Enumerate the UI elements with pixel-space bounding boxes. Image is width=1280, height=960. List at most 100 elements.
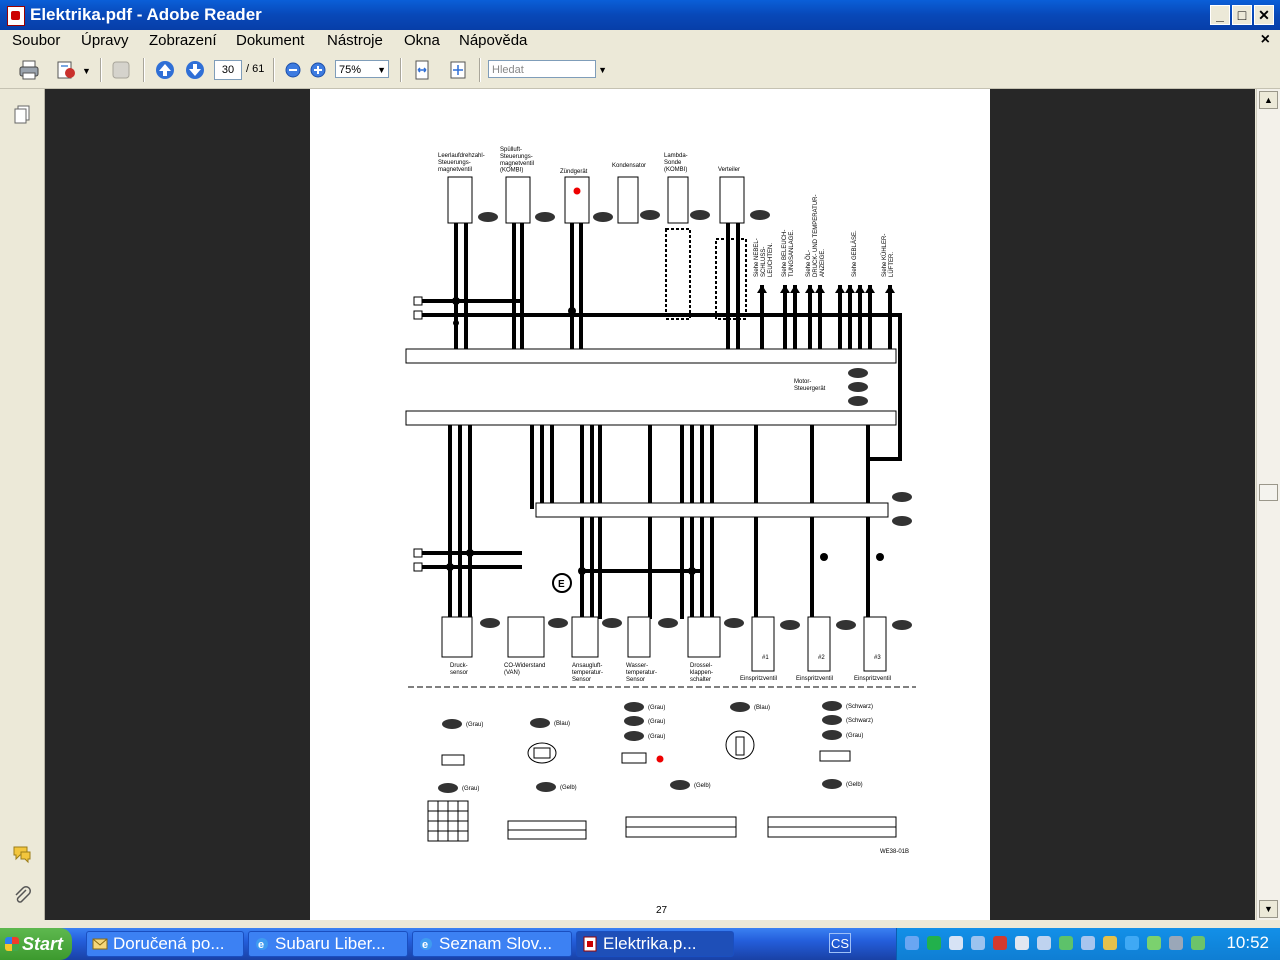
page-number-input[interactable]: 30 [214,60,242,80]
close-button[interactable]: ✕ [1254,5,1274,25]
page-total: / 61 [246,63,265,75]
legend-gelb-1: (Gelb) [560,785,577,791]
hand-tool-icon[interactable] [110,59,132,81]
task-adobe-reader[interactable]: Elektrika.p... [576,931,734,957]
fit-width-icon[interactable] [411,59,433,81]
menu-bar: Soubor Úpravy Zobrazení Dokument Nástroj… [0,30,1280,52]
label-fog-lights: Siehe NEBEL-SCHLUSS-LEUCHTEN. [754,238,774,277]
label-injector-1: Einspritzventil [740,676,777,682]
nvidia-icon[interactable] [1147,936,1161,950]
menu-okna[interactable]: Okna [404,32,440,49]
scroll-down-button[interactable]: ▼ [1259,900,1278,918]
ground-label: E [558,579,565,590]
search-dropdown-icon[interactable]: ▼ [598,61,607,79]
legend-grau-1: (Grau) [466,722,483,728]
injector-num-1: #1 [762,655,769,661]
windows-flag-icon [5,937,19,951]
red-marker [573,187,581,195]
injector-num-3: #3 [874,655,881,661]
label-injector-3: Einspritzventil [854,676,891,682]
label-lambda: Lambda-Sonde (KOMBI) [664,153,688,173]
clock: 10:52 [1226,933,1269,952]
device-icon[interactable] [1169,936,1183,950]
antivirus-icon[interactable] [993,936,1007,950]
label-fan: Siehe KÜHLER-LÜFTER. [881,234,895,277]
legend-grau-4: (Grau) [648,734,665,740]
label-oil-gauge: Siehe ÖL-DRUCK- UND TEMPERATUR-ANZEIGE. [805,195,826,277]
shield-icon[interactable] [1103,936,1117,950]
comments-icon[interactable] [12,844,32,864]
fit-page-icon[interactable] [447,59,469,81]
page-number: 27 [656,905,668,916]
close-document-icon[interactable]: × [1261,31,1270,49]
language-indicator[interactable]: CS [829,933,851,953]
zoom-in-icon[interactable] [307,59,329,81]
legend-grau-2: (Grau) [648,705,665,711]
label-condenser: Kondensator [612,163,646,169]
legend-gelb-2: (Gelb) [694,783,711,789]
update-icon[interactable] [1125,936,1139,950]
next-page-icon[interactable] [184,59,206,81]
scroll-thumb[interactable] [1259,484,1278,501]
pages-icon[interactable] [12,104,32,124]
network-icon[interactable] [905,936,919,950]
sync-icon[interactable] [1191,936,1205,950]
svg-text:e: e [422,939,428,951]
wiring-diagram: Leerlaufdrehzahl-Steuerungs-magnetventil… [405,147,916,916]
legend-schwarz-2: (Schwarz) [846,718,873,724]
task-browser-subaru[interactable]: e Subaru Liber... [248,931,408,957]
label-blower: Siehe GEBLÄSE. [851,230,858,277]
legend-grau-3: (Grau) [648,719,665,725]
start-button[interactable]: Start [0,928,72,960]
pdf-icon [7,6,25,26]
task-outlook[interactable]: Doručená po... [86,931,244,957]
print-icon[interactable] [18,59,40,81]
label-purge-valve: Spülluft-Steuerungs-magnetventil (KOMBI) [500,147,534,174]
play-icon[interactable] [927,936,941,950]
connection-icon[interactable] [1059,936,1073,950]
previous-page-icon[interactable] [154,59,176,81]
label-intake-sensor: Ansaugluft-temperatur-Sensor [572,663,603,683]
vertical-scrollbar[interactable]: ▲ ▼ [1256,89,1280,920]
label-ecu: Motor-Steuergerät [794,379,826,392]
menu-dokument[interactable]: Dokument [236,32,304,49]
navigation-pane [0,89,45,920]
menu-zobrazeni[interactable]: Zobrazení [149,32,217,49]
scroll-up-button[interactable]: ▲ [1259,91,1278,109]
label-idle-valve: Leerlaufdrehzahl-Steuerungs-magnetventil [438,153,485,173]
legend-blau-1: (Blau) [554,721,570,727]
legend-grau-6: (Grau) [462,786,479,792]
label-throttle-switch: Drossel-klappen-schalter [690,663,713,683]
label-lighting: Siehe BELEUCH-TUNGSANLAGE. [782,230,795,277]
injector-num-2: #2 [818,655,825,661]
toolbar: ▼ [0,52,1280,89]
legend-schwarz-1: (Schwarz) [846,704,873,710]
maximize-button[interactable]: □ [1232,5,1252,25]
taskbar: Start Doručená po... e Subaru Liber... e… [0,928,1280,960]
zoom-select[interactable]: 75% ▼ [335,60,389,78]
menu-soubor[interactable]: Soubor [12,32,60,49]
svg-text:e: e [258,939,264,951]
menu-upravy[interactable]: Úpravy [81,32,129,49]
menu-napoveda[interactable]: Nápověda [459,32,527,49]
volume-icon[interactable] [1037,936,1051,950]
menu-nastroje[interactable]: Nástroje [327,32,383,49]
legend-grau-5: (Grau) [846,733,863,739]
legend-gelb-3: (Gelb) [846,782,863,788]
search-input[interactable]: Hledat ▼ [488,60,607,78]
ie-icon-2: e [420,938,432,951]
zoom-out-icon[interactable] [282,59,304,81]
share-dropdown-icon[interactable]: ▼ [82,66,91,76]
zoom-dropdown-icon[interactable]: ▼ [377,61,386,79]
tool-icon[interactable] [971,936,985,950]
users-icon[interactable] [1081,936,1095,950]
search-tray-icon[interactable] [949,936,963,950]
share-icon[interactable] [55,59,77,81]
label-igniter: Zündgerät [560,169,588,175]
attachment-icon[interactable] [12,885,32,905]
task-browser-seznam[interactable]: e Seznam Slov... [412,931,572,957]
minimize-button[interactable]: _ [1210,5,1230,25]
security-icon[interactable] [1015,936,1029,950]
pdf-page: Leerlaufdrehzahl-Steuerungs-magnetventil… [310,89,990,920]
legend-blau-2: (Blau) [754,705,770,711]
